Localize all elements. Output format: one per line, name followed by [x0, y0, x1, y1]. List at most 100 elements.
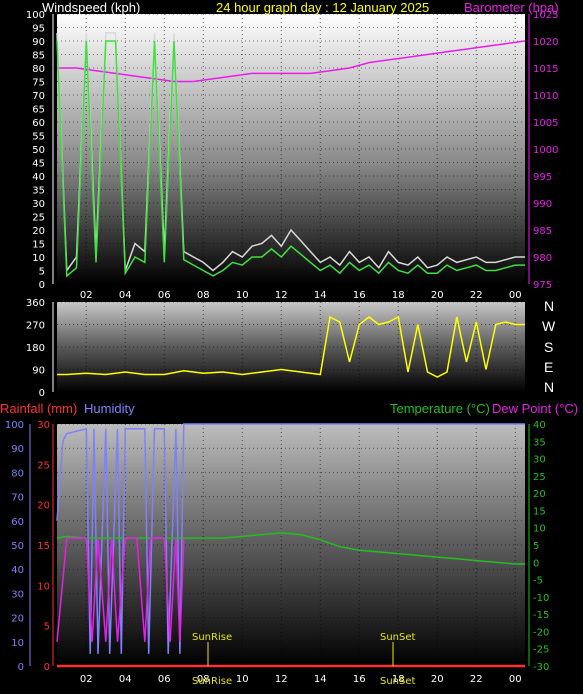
weather-graph: 02 04 06 08 10 12 14 16 18 20 22 000510152025303540…	[0, 0, 578, 687]
barometer-tick-label: 990	[533, 199, 552, 210]
windspeed-tick-label: 0	[39, 280, 45, 291]
barometer-tick-label: 995	[533, 172, 552, 183]
x-tick-label: 08	[197, 290, 210, 301]
compass-labels: N W S E N	[542, 298, 556, 395]
rainfall-axis-label: Rainfall (mm)	[0, 401, 77, 416]
windspeed-tick-label: 65	[32, 105, 45, 116]
windspeed-tick-label: 90	[32, 37, 45, 48]
humidity-tick-label: 100	[5, 420, 24, 431]
rainfall-tick-label: 30	[37, 420, 50, 431]
temperature-tick-label: -30	[533, 662, 549, 673]
x-tick-label: 14	[314, 290, 327, 301]
windspeed-tick-label: 10	[32, 253, 45, 264]
x-tick-label: 06	[158, 674, 171, 685]
rainfall-tick-label: 25	[37, 460, 50, 471]
direction-tick-label: 0	[39, 388, 45, 399]
x-tick-label: 16	[353, 674, 366, 685]
temperature-tick-label: -25	[533, 645, 549, 656]
direction-tick-label: 90	[32, 366, 45, 377]
compass-north-bottom: N	[544, 379, 554, 395]
x-tick-label: 16	[353, 290, 366, 301]
temperature-tick-label: -5	[533, 576, 543, 587]
temperature-tick-label: 40	[533, 420, 546, 431]
sunset-axis-label: SunSet	[380, 676, 416, 687]
windspeed-tick-label: 5	[39, 267, 45, 278]
compass-north-top: N	[544, 298, 554, 314]
compass-south: S	[544, 339, 553, 355]
barometer-axis-label: Barometer (hpa)	[464, 0, 559, 15]
x-tick-label: 18	[392, 290, 405, 301]
windspeed-tick-label: 95	[32, 24, 45, 35]
barometer-tick-label: 1000	[533, 145, 558, 156]
humidity-tick-label: 90	[11, 444, 24, 455]
temperature-panel	[57, 424, 525, 666]
humidity-tick-label: 80	[11, 468, 24, 479]
barometer-tick-label: 975	[533, 280, 552, 291]
windspeed-tick-label: 60	[32, 118, 45, 129]
temperature-tick-label: 20	[533, 489, 546, 500]
direction-tick-label: 270	[26, 321, 45, 332]
windspeed-tick-label: 40	[32, 172, 45, 183]
x-tick-label: 12	[275, 290, 288, 301]
temperature-tick-label: 30	[533, 455, 546, 466]
x-tick-label: 02	[80, 290, 93, 301]
temperature-tick-label: -15	[533, 610, 549, 621]
windspeed-tick-label: 30	[32, 199, 45, 210]
humidity-tick-label: 70	[11, 493, 24, 504]
x-tick-label: 10	[236, 290, 249, 301]
compass-west: W	[542, 318, 556, 334]
sunset-label: SunSet	[380, 632, 416, 643]
barometer-tick-label: 1015	[533, 64, 558, 75]
windspeed-tick-label: 80	[32, 64, 45, 75]
x-tick-label: 22	[470, 290, 483, 301]
humidity-tick-label: 20	[11, 614, 24, 625]
windspeed-axis-label: Windspeed (kph)	[42, 0, 140, 15]
windspeed-tick-label: 20	[32, 226, 45, 237]
direction-panel	[57, 302, 525, 392]
x-tick-label: 10	[236, 674, 249, 685]
windspeed-tick-label: 75	[32, 78, 45, 89]
temperature-tick-label: 0	[533, 558, 539, 569]
x-tick-label: 20	[431, 290, 444, 301]
direction-tick-label: 180	[26, 343, 45, 354]
barometer-tick-label: 1020	[533, 37, 558, 48]
x-tick-label: 02	[80, 674, 93, 685]
rainfall-tick-label: 0	[44, 662, 50, 673]
rainfall-tick-label: 15	[37, 541, 50, 552]
windspeed-tick-label: 35	[32, 186, 45, 197]
temperature-tick-label: -20	[533, 627, 549, 638]
humidity-tick-label: 50	[11, 541, 24, 552]
sunrise-axis-label: SunRise	[192, 676, 232, 687]
windspeed-tick-label: 70	[32, 91, 45, 102]
windspeed-tick-label: 15	[32, 240, 45, 251]
x-tick-label: 14	[314, 674, 327, 685]
barometer-tick-label: 1005	[533, 118, 558, 129]
temperature-tick-label: 25	[533, 472, 546, 483]
x-tick-label: 12	[275, 674, 288, 685]
windspeed-tick-label: 50	[32, 145, 45, 156]
temperature-tick-label: 15	[533, 506, 546, 517]
x-tick-label: 04	[119, 674, 132, 685]
humidity-tick-label: 0	[18, 662, 24, 673]
temperature-tick-label: 5	[533, 541, 539, 552]
rainfall-tick-label: 20	[37, 501, 50, 512]
humidity-tick-label: 10	[11, 638, 24, 649]
wind-panel	[57, 14, 525, 284]
humidity-tick-label: 30	[11, 589, 24, 600]
temperature-tick-label: 10	[533, 524, 546, 535]
x-tick-label: 00	[509, 290, 522, 301]
barometer-tick-label: 985	[533, 226, 552, 237]
direction-tick-label: 360	[26, 298, 45, 309]
windspeed-tick-label: 25	[32, 213, 45, 224]
humidity-axis-label: Humidity	[84, 401, 135, 416]
dewpoint-axis-label: Dew Point (°C)	[492, 401, 578, 416]
temperature-tick-label: 35	[533, 437, 546, 448]
sunrise-label: SunRise	[192, 632, 232, 643]
temperature-axis-label: Temperature (°C)	[390, 401, 490, 416]
x-tick-label: 06	[158, 290, 171, 301]
temperature-tick-label: -10	[533, 593, 549, 604]
barometer-tick-label: 980	[533, 253, 552, 264]
windspeed-tick-label: 55	[32, 132, 45, 143]
barometer-tick-label: 1010	[533, 91, 558, 102]
windspeed-tick-label: 45	[32, 159, 45, 170]
